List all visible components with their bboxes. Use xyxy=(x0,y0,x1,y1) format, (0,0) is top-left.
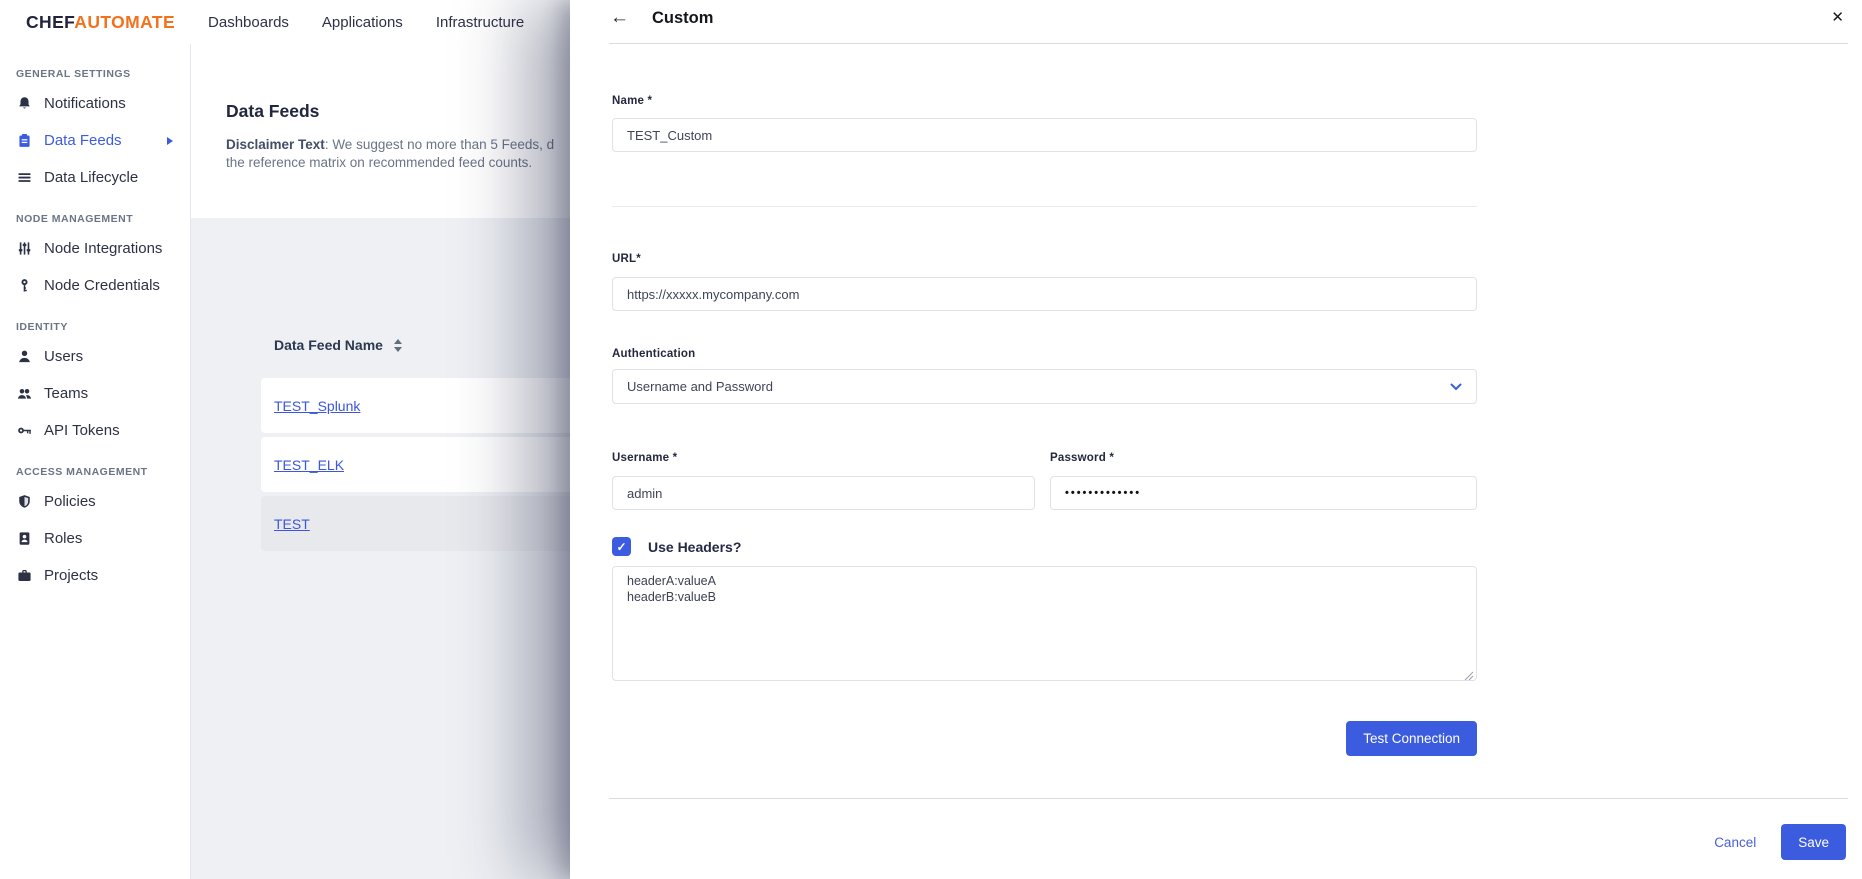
authentication-label: Authentication xyxy=(612,348,695,360)
sidebar-item-label: Teams xyxy=(44,385,88,402)
disclaimer-line1: : We suggest no more than 5 Feeds, d xyxy=(325,137,554,152)
column-header-data-feed-name[interactable]: Data Feed Name xyxy=(274,337,402,353)
sort-icon xyxy=(394,339,402,352)
key-icon xyxy=(16,277,33,294)
url-label: URL* xyxy=(612,253,641,265)
sidebar-item-data-feeds[interactable]: Data Feeds xyxy=(0,122,190,159)
sidebar-item-label: API Tokens xyxy=(44,422,120,439)
name-input[interactable] xyxy=(612,118,1477,152)
sidebar-item-node-integrations[interactable]: Node Integrations xyxy=(0,230,190,267)
data-feed-link[interactable]: TEST xyxy=(274,516,310,532)
sliders-icon xyxy=(16,240,33,257)
authentication-selected-value: Username and Password xyxy=(627,379,773,394)
name-label: Name * xyxy=(612,95,652,107)
section-identity: IDENTITY xyxy=(16,321,190,333)
shield-icon xyxy=(16,493,33,510)
save-button[interactable]: Save xyxy=(1781,824,1846,860)
panel-header: ← Custom ✕ xyxy=(570,0,1862,43)
password-label: Password * xyxy=(1050,452,1114,464)
panel-title: Custom xyxy=(652,9,713,28)
sidebar-item-label: Users xyxy=(44,348,83,365)
back-arrow-icon[interactable]: ← xyxy=(610,5,629,32)
cancel-button[interactable]: Cancel xyxy=(1714,835,1756,850)
chevron-down-icon xyxy=(1450,383,1462,391)
sidebar-item-users[interactable]: Users xyxy=(0,338,190,375)
password-input[interactable] xyxy=(1050,476,1477,510)
url-input[interactable] xyxy=(612,277,1477,311)
clipboard-icon xyxy=(16,132,33,149)
use-headers-checkbox[interactable]: ✓ xyxy=(612,537,631,556)
sidebar-item-label: Projects xyxy=(44,567,98,584)
users-icon xyxy=(16,385,33,402)
briefcase-icon xyxy=(16,567,33,584)
nav-dashboards[interactable]: Dashboards xyxy=(208,14,289,31)
sidebar-item-projects[interactable]: Projects xyxy=(0,557,190,594)
use-headers-label: Use Headers? xyxy=(648,539,741,555)
username-label: Username * xyxy=(612,452,677,464)
logo-chef-text: CHEF xyxy=(26,12,74,32)
logo-automate-text: AUTOMATE xyxy=(74,12,175,32)
sidebar-item-data-lifecycle[interactable]: Data Lifecycle xyxy=(0,159,190,196)
nav-infrastructure[interactable]: Infrastructure xyxy=(436,14,524,31)
header-divider xyxy=(609,43,1848,44)
disclaimer-bold: Disclaimer Text xyxy=(226,137,325,152)
app-root: CHEFAUTOMATE Dashboards Applications Inf… xyxy=(0,0,1862,879)
bell-icon xyxy=(16,95,33,112)
nav-applications[interactable]: Applications xyxy=(322,14,403,31)
settings-sidebar: GENERAL SETTINGS Notifications Data Feed… xyxy=(0,44,191,879)
headers-textarea[interactable]: headerA:valueA headerB:valueB xyxy=(612,566,1477,681)
sidebar-item-label: Data Lifecycle xyxy=(44,169,138,186)
user-icon xyxy=(16,348,33,365)
test-connection-button[interactable]: Test Connection xyxy=(1346,721,1477,756)
sidebar-item-teams[interactable]: Teams xyxy=(0,375,190,412)
section-access-management: ACCESS MANAGEMENT xyxy=(16,466,190,478)
sidebar-item-label: Node Credentials xyxy=(44,277,160,294)
close-icon[interactable]: ✕ xyxy=(1831,8,1844,26)
section-general-settings: GENERAL SETTINGS xyxy=(16,68,190,80)
data-feed-link[interactable]: TEST_Splunk xyxy=(274,398,360,414)
sidebar-item-label: Node Integrations xyxy=(44,240,162,257)
sidebar-item-node-credentials[interactable]: Node Credentials xyxy=(0,267,190,304)
badge-icon xyxy=(16,530,33,547)
sidebar-item-label: Data Feeds xyxy=(44,132,122,149)
section-node-management: NODE MANAGEMENT xyxy=(16,213,190,225)
footer-divider xyxy=(609,798,1848,799)
custom-feed-panel: ← Custom ✕ Name * URL* Authentication Us… xyxy=(570,0,1862,879)
data-feed-link[interactable]: TEST_ELK xyxy=(274,457,344,473)
use-headers-row: ✓ Use Headers? xyxy=(612,537,741,556)
authentication-select[interactable]: Username and Password xyxy=(612,369,1477,404)
column-header-label: Data Feed Name xyxy=(274,337,383,353)
sidebar-item-label: Notifications xyxy=(44,95,126,112)
token-key-icon xyxy=(16,422,33,439)
sidebar-item-roles[interactable]: Roles xyxy=(0,520,190,557)
username-input[interactable] xyxy=(612,476,1035,510)
sidebar-item-policies[interactable]: Policies xyxy=(0,483,190,520)
panel-footer-actions: Cancel Save xyxy=(1714,820,1846,864)
chef-automate-logo[interactable]: CHEFAUTOMATE xyxy=(26,12,175,33)
sidebar-item-notifications[interactable]: Notifications xyxy=(0,85,190,122)
sidebar-item-label: Roles xyxy=(44,530,82,547)
sidebar-item-label: Policies xyxy=(44,493,96,510)
list-icon xyxy=(16,169,33,186)
section-divider xyxy=(612,206,1477,207)
top-nav-links: Dashboards Applications Infrastructure xyxy=(208,14,524,31)
sidebar-item-api-tokens[interactable]: API Tokens xyxy=(0,412,190,449)
active-item-arrow-icon xyxy=(167,137,173,145)
